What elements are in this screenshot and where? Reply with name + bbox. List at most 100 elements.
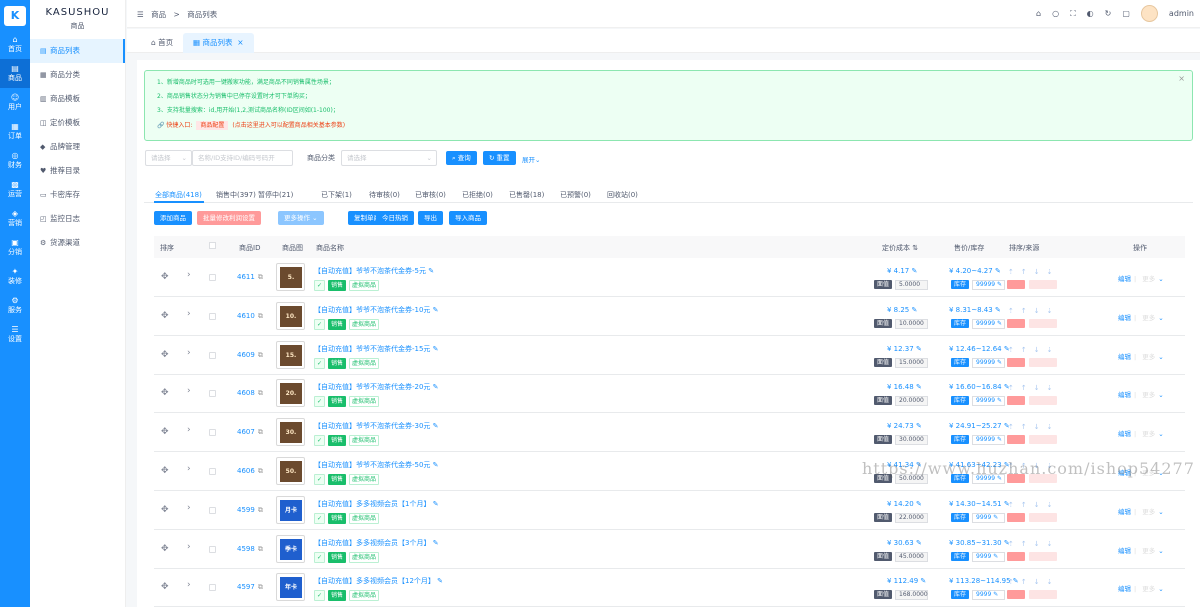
move-top-icon[interactable]: ⇡ [1008,268,1021,276]
expand-row-icon[interactable]: › [187,348,191,358]
product-name[interactable]: 【自动充值】爷爷不泡茶代金券-10元 ✎ [314,305,439,315]
tab-product-list[interactable]: ▦ 商品列表 × [183,33,254,53]
move-down-icon[interactable]: ↓ [1034,501,1047,509]
stock-field[interactable]: 99999 ✎ [972,280,1006,290]
move-up-icon[interactable]: ↑ [1021,268,1034,276]
copy-icon[interactable]: ⧉ [258,351,263,359]
face-value-field[interactable]: 30.0000 [895,435,929,446]
stock-field[interactable]: 99999 ✎ [972,396,1006,407]
status-tab[interactable]: 待审核(0) [369,190,400,200]
rail-item[interactable]: ◈ 营销 [0,204,30,233]
face-value-field[interactable]: 15.0000 [895,357,929,368]
stock-field[interactable]: 9999 ✎ [972,590,1006,601]
row-checkbox[interactable] [209,584,216,592]
cost-price[interactable]: ¥ 4.17 ✎ [887,267,917,275]
cost-price[interactable]: ¥ 30.63 ✎ [887,539,922,547]
rail-item[interactable]: ⌂ 首页 [0,30,30,59]
product-name[interactable]: 【自动充值】爷爷不泡茶代金券-50元 ✎ [314,460,439,470]
drag-handle-icon[interactable]: ✥ [161,427,169,437]
stock-field[interactable]: 99999 ✎ [972,357,1006,368]
theme-icon[interactable]: ◐ [1087,9,1094,18]
edit-icon[interactable]: ✎ [993,591,998,598]
move-up-icon[interactable]: ↑ [1021,384,1034,392]
drag-handle-icon[interactable]: ✥ [161,311,169,321]
expand-row-icon[interactable]: › [187,580,191,590]
more-link[interactable]: 更多 ⌄ [1139,547,1163,555]
lock-icon[interactable]: ▢ [1122,9,1130,18]
rail-item[interactable]: ▩ 运营 [0,175,30,204]
expand-row-icon[interactable]: › [187,503,191,513]
more-link[interactable]: 更多 ⌄ [1139,391,1163,399]
rail-item[interactable]: ⚙ 服务 [0,291,30,320]
home-icon[interactable]: ⌂ [1036,9,1041,18]
row-checkbox[interactable] [209,429,216,437]
move-top-icon[interactable]: ⇡ [1008,346,1021,354]
product-thumbnail[interactable]: 年卡 [276,573,305,602]
row-checkbox[interactable] [209,274,216,281]
drag-handle-icon[interactable]: ✥ [161,505,169,515]
product-thumbnail[interactable]: 20. [276,379,305,408]
move-down-icon[interactable]: ↓ [1034,346,1047,354]
move-up-icon[interactable]: ↑ [1021,423,1034,431]
edit-icon[interactable]: ✎ [920,577,926,585]
action-button[interactable]: 更多操作 ⌄ [278,211,324,225]
move-down-icon[interactable]: ↓ [1034,307,1047,315]
move-up-icon[interactable]: ↑ [1021,346,1034,354]
sort-arrows[interactable]: ⇡↑↓⇣ [1008,384,1060,392]
rail-item[interactable]: ▣ 分销 [0,233,30,262]
product-name[interactable]: 【自动充值】多多视频会员【3个月】 ✎ [314,538,439,548]
more-link[interactable]: 更多 ⌄ [1139,275,1163,283]
fullscreen-icon[interactable]: ⛶ [1070,9,1076,19]
status-tab[interactable]: 已下架(1) [321,190,352,200]
filter-type-select[interactable]: 请选择 ⌄ [145,150,192,166]
copy-icon[interactable]: ⧉ [258,506,263,514]
row-checkbox[interactable] [209,390,216,398]
reset-button[interactable]: ↻ 重置 [483,151,516,165]
more-link[interactable]: 更多 ⌄ [1139,508,1163,516]
row-checkbox[interactable] [209,351,216,359]
sort-arrows[interactable]: ⇡↑↓⇣ [1008,578,1060,586]
cost-price[interactable]: ¥ 8.25 ✎ [887,306,917,314]
stock-field[interactable]: 9999 ✎ [972,512,1006,523]
edit-icon[interactable]: ✎ [912,306,918,314]
edit-icon[interactable]: ✎ [916,500,922,508]
stock-field[interactable]: 99999 ✎ [972,318,1006,329]
edit-icon[interactable]: ✎ [916,383,922,391]
edit-icon[interactable]: ✎ [997,397,1002,404]
edit-icon[interactable]: ✎ [997,359,1002,366]
copy-icon[interactable]: ⧉ [258,545,263,553]
sidebar-item[interactable]: ◰ 监控日志 [30,207,125,231]
app-logo[interactable]: K [4,6,26,26]
expand-row-icon[interactable]: › [187,270,191,280]
edit-icon[interactable]: ✎ [997,281,1002,288]
move-up-icon[interactable]: ↑ [1021,307,1034,315]
move-up-icon[interactable]: ↑ [1021,578,1034,586]
rail-item[interactable]: ☺ 用户 [0,88,30,117]
product-name[interactable]: 【自动充值】多多视频会员【12个月】 ✎ [314,576,443,586]
status-tab[interactable]: 已审核(0) [415,190,446,200]
edit-link[interactable]: 编辑 [1118,353,1131,361]
sort-arrows[interactable]: ⇡↑↓⇣ [1008,423,1060,431]
product-thumbnail[interactable]: 季卡 [276,534,305,563]
search-input[interactable]: 名称/ID支持ID/编码号码开 [192,150,293,166]
sale-price[interactable]: ¥ 8.31~8.43 ✎ [949,306,1001,314]
move-top-icon[interactable]: ⇡ [1008,501,1021,509]
status-tab[interactable]: 全部商品(418) [155,190,202,200]
rail-item[interactable]: ✦ 装修 [0,262,30,291]
edit-icon[interactable]: ✎ [997,436,1002,443]
select-all-checkbox[interactable] [209,242,216,249]
product-thumbnail[interactable]: 15. [276,340,305,369]
edit-link[interactable]: 编辑 [1118,547,1131,555]
move-top-icon[interactable]: ⇡ [1008,307,1021,315]
edit-icon[interactable]: ✎ [433,383,439,391]
status-tab[interactable]: 销售中(397) [216,190,256,200]
sort-arrows[interactable]: ⇡↑↓⇣ [1008,346,1060,354]
move-bottom-icon[interactable]: ⇣ [1047,307,1060,315]
action-button[interactable]: 今日热销 [376,211,414,225]
sale-price[interactable]: ¥ 30.85~31.30 ✎ [949,539,1010,547]
face-value-field[interactable]: 45.0000 [895,551,929,562]
move-up-icon[interactable]: ↑ [1021,501,1034,509]
sidebar-item[interactable]: ▥ 商品模板 [30,87,125,111]
search-icon[interactable]: ○ [1052,9,1059,18]
move-top-icon[interactable]: ⇡ [1008,423,1021,431]
